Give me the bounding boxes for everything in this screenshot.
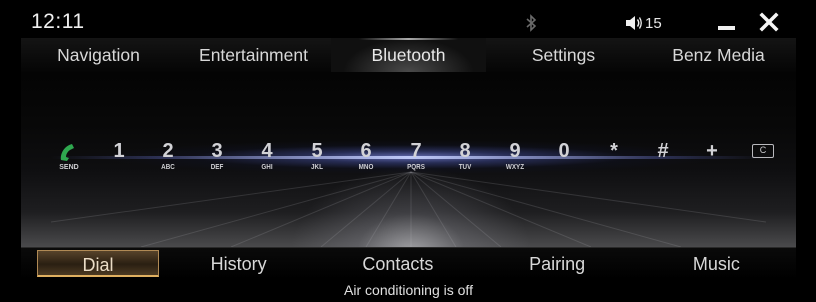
key-digit: 6	[360, 140, 372, 162]
key-letters: MNO	[358, 164, 374, 171]
tab-music[interactable]: Music	[637, 248, 796, 279]
key-2[interactable]: 2 ABC	[148, 140, 188, 188]
menu-item-benz-media[interactable]: Benz Media	[641, 38, 796, 72]
keypad: SEND 1 2 ABC 3 DEF 4 GHI 5 JKL 6 MNO 7 P…	[21, 72, 796, 247]
speaker-icon	[626, 16, 642, 30]
bluetooth-icon	[521, 13, 541, 33]
minimize-icon[interactable]	[715, 10, 739, 34]
volume-level: 15	[645, 14, 662, 32]
bottom-tabs: Dial History Contacts Pairing Music	[21, 247, 796, 279]
key-letters: TUV	[458, 164, 472, 171]
climate-status-text: Air conditioning is off	[21, 279, 796, 302]
key-digit: 3	[211, 140, 223, 162]
key-digit: *	[610, 140, 618, 162]
key-star[interactable]: *	[594, 140, 634, 188]
volume-indicator[interactable]: 15	[625, 12, 685, 34]
menu-item-navigation[interactable]: Navigation	[21, 38, 176, 72]
phone-icon	[60, 144, 74, 161]
key-9[interactable]: 9 WXYZ	[495, 140, 535, 188]
key-hash[interactable]: #	[643, 140, 683, 188]
key-digit: 2	[162, 140, 174, 162]
tab-contacts[interactable]: Contacts	[318, 248, 477, 279]
key-4[interactable]: 4 GHI	[247, 140, 287, 188]
top-menu: Navigation Entertainment Bluetooth Setti…	[21, 38, 796, 72]
send-button[interactable]: SEND	[49, 140, 89, 188]
key-digit: 9	[509, 140, 521, 162]
menu-item-bluetooth[interactable]: Bluetooth	[331, 38, 486, 72]
key-5[interactable]: 5 JKL	[297, 140, 337, 188]
tab-history[interactable]: History	[159, 248, 318, 279]
tab-pairing[interactable]: Pairing	[478, 248, 637, 279]
menu-item-entertainment[interactable]: Entertainment	[176, 38, 331, 72]
key-digit: 1	[113, 140, 125, 162]
key-1[interactable]: 1	[99, 140, 139, 188]
menu-item-settings[interactable]: Settings	[486, 38, 641, 72]
dial-pad-area: SEND 1 2 ABC 3 DEF 4 GHI 5 JKL 6 MNO 7 P…	[21, 72, 796, 247]
key-digit: #	[657, 140, 669, 162]
status-bar: 12:11 15	[21, 6, 796, 38]
key-letters: JKL	[311, 164, 323, 171]
key-digit: 0	[558, 140, 570, 162]
key-letters: GHI	[261, 164, 273, 171]
key-plus[interactable]: +	[692, 140, 732, 188]
key-digit: 5	[311, 140, 323, 162]
key-digit: 8	[459, 140, 471, 162]
key-letters: PQRS	[407, 164, 425, 171]
key-digit: 7	[410, 140, 422, 162]
key-digit: +	[706, 140, 718, 162]
key-letters: DEF	[210, 164, 224, 171]
clock: 12:11	[31, 10, 85, 33]
key-0[interactable]: 0	[544, 140, 584, 188]
key-8[interactable]: 8 TUV	[445, 140, 485, 188]
key-letters: ABC	[161, 164, 175, 171]
clear-label: C	[759, 145, 767, 155]
key-7[interactable]: 7 PQRS	[396, 140, 436, 188]
clear-button[interactable]: C	[752, 144, 774, 158]
close-icon[interactable]	[756, 9, 782, 35]
key-3[interactable]: 3 DEF	[197, 140, 237, 188]
key-digit: 4	[261, 140, 273, 162]
tab-dial[interactable]: Dial	[37, 250, 159, 277]
key-6[interactable]: 6 MNO	[346, 140, 386, 188]
send-label: SEND	[59, 164, 79, 171]
head-unit-screen: 12:11 15 Navigation Entertainment Blueto…	[21, 6, 796, 302]
key-letters: WXYZ	[505, 164, 525, 171]
